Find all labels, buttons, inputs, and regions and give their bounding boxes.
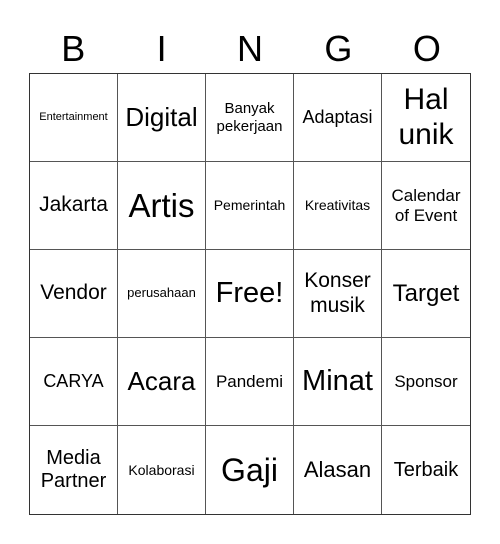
bingo-cell[interactable]: Adaptasi [294,74,382,162]
header-letter-g: G [324,28,353,69]
bingo-cell[interactable]: Vendor [30,250,118,338]
bingo-cell[interactable]: Artis [118,162,206,250]
free-space-cell[interactable]: Free! [206,250,294,338]
bingo-cell[interactable]: Target [382,250,470,338]
bingo-cell[interactable]: Pandemi [206,338,294,426]
bingo-cell[interactable]: Sponsor [382,338,470,426]
bingo-cell[interactable]: Pemerintah [206,162,294,250]
header-letter-b: B [61,28,86,69]
bingo-header: B I N G O [29,26,471,72]
bingo-cell[interactable]: Gaji [206,426,294,514]
bingo-cell[interactable]: Digital [118,74,206,162]
bingo-cell[interactable]: Kolaborasi [118,426,206,514]
bingo-cell[interactable]: perusahaan [118,250,206,338]
bingo-cell[interactable]: Alasan [294,426,382,514]
bingo-cell[interactable]: Minat [294,338,382,426]
bingo-cell[interactable]: Calendar of Event [382,162,470,250]
bingo-cell[interactable]: Media Partner [30,426,118,514]
bingo-cell[interactable]: Entertainment [30,74,118,162]
bingo-cell[interactable]: Hal unik [382,74,470,162]
header-letter-i: I [156,28,167,69]
bingo-grid: Entertainment Digital Banyak pekerjaan A… [29,73,471,515]
bingo-cell[interactable]: Terbaik [382,426,470,514]
bingo-cell[interactable]: Konser musik [294,250,382,338]
bingo-cell[interactable]: Acara [118,338,206,426]
header-letter-o: O [412,28,441,69]
bingo-cell[interactable]: CARYA [30,338,118,426]
bingo-cell[interactable]: Jakarta [30,162,118,250]
header-letter-n: N [237,28,264,69]
bingo-cell[interactable]: Banyak pekerjaan [206,74,294,162]
bingo-cell[interactable]: Kreativitas [294,162,382,250]
